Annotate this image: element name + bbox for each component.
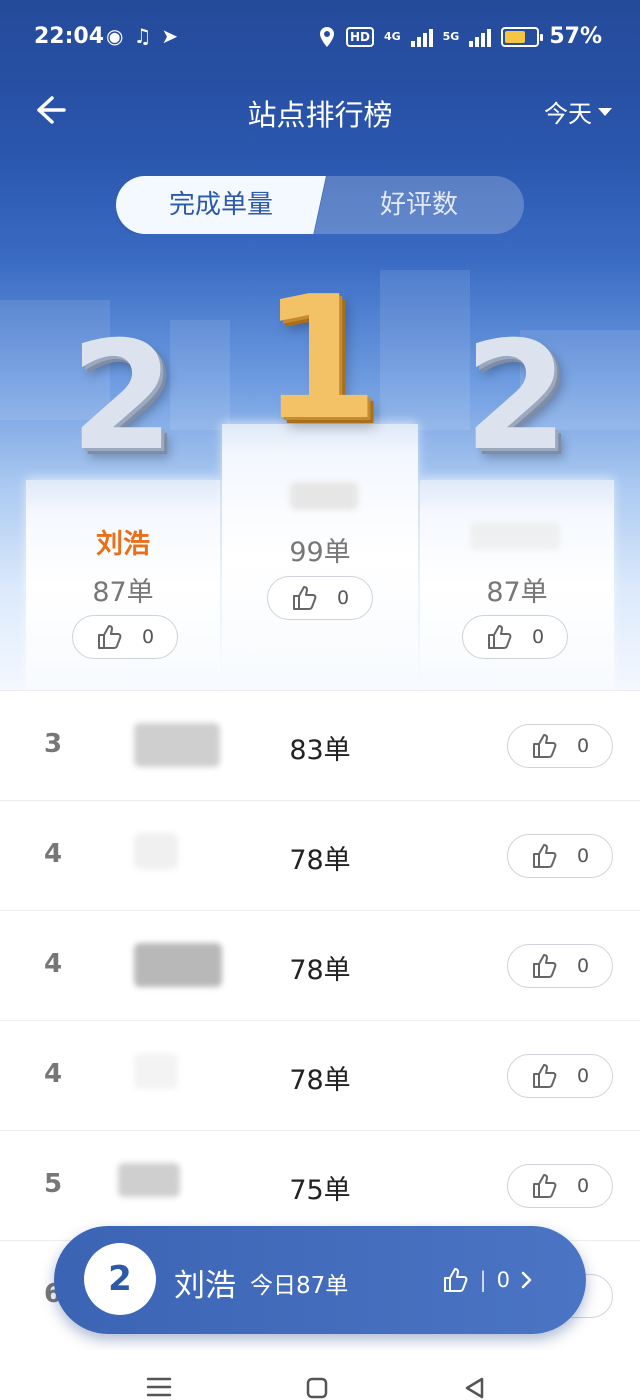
ranking-tabs: 完成单量 好评数 <box>116 176 524 234</box>
thumbs-up-icon <box>532 734 557 758</box>
top-nav: 站点排行榜 今天 <box>0 80 640 140</box>
avatar-redacted <box>134 1053 178 1089</box>
podium-right-count: 87单 <box>486 577 548 608</box>
podium-center-likes: 0 <box>336 587 350 609</box>
thumbs-up-icon <box>532 1174 557 1198</box>
thumbs-up-icon <box>532 954 557 978</box>
separator: | <box>479 1268 487 1292</box>
thumbs-up-icon <box>443 1268 467 1292</box>
list-like-button[interactable]: 0 <box>507 1054 613 1098</box>
send-icon: ➤ <box>161 24 179 48</box>
rank-2-trophy-digit: 2 <box>69 310 175 484</box>
list-item[interactable]: 3 83单 0 <box>0 690 640 800</box>
list-like-button[interactable]: 0 <box>507 944 613 988</box>
list-count: 75单 <box>289 1175 351 1206</box>
notification-icons: ◉ ♫ ➤ <box>106 24 178 48</box>
avatar-redacted <box>134 833 178 869</box>
podium-right-name-redacted <box>470 522 560 550</box>
list-rank: 4 <box>44 839 63 869</box>
list-likes: 0 <box>576 1065 590 1087</box>
network-5g-label: 5G <box>442 30 460 43</box>
list-item[interactable]: 4 78单 0 <box>0 1020 640 1130</box>
tab-completed-orders[interactable]: 完成单量 <box>116 176 326 234</box>
list-count: 78单 <box>289 955 351 986</box>
location-icon <box>319 26 334 47</box>
battery-icon <box>501 26 544 47</box>
podium-right-like-button[interactable]: 0 <box>462 615 568 659</box>
thumbs-up-icon <box>532 1064 557 1088</box>
signal-icon <box>410 27 433 47</box>
thumbs-up-icon <box>97 625 122 649</box>
thumbs-up-icon <box>532 844 557 868</box>
my-today-count: 今日87单 <box>250 1273 349 1299</box>
list-count: 78单 <box>289 845 351 876</box>
rank-1-trophy-digit: 1 <box>260 260 380 458</box>
my-likes-link[interactable]: | 0 <box>442 1266 534 1294</box>
list-like-button[interactable]: 0 <box>507 834 613 878</box>
signal-icon <box>469 27 492 47</box>
list-likes: 0 <box>576 735 590 757</box>
thumbs-up-icon <box>292 586 317 610</box>
list-count: 83单 <box>289 735 351 766</box>
list-like-button[interactable]: 0 <box>507 724 613 768</box>
chevron-right-icon <box>521 1271 532 1289</box>
list-item[interactable]: 4 78单 0 <box>0 800 640 910</box>
tab-good-reviews[interactable]: 好评数 <box>314 176 524 234</box>
rank-2-trophy-digit: 2 <box>463 310 569 484</box>
podium-right-top <box>420 480 614 510</box>
list-item[interactable]: 4 78单 0 <box>0 910 640 1020</box>
list-likes: 0 <box>576 1175 590 1197</box>
podium-left-top <box>26 480 220 510</box>
status-time: 22:04 <box>34 24 105 49</box>
hd-icon: HD <box>345 26 374 47</box>
avatar-redacted <box>118 1163 180 1197</box>
podium-left-likes: 0 <box>141 626 155 648</box>
list-rank: 3 <box>44 729 63 759</box>
podium-center-name-redacted <box>290 482 358 510</box>
podium-left-name: 刘浩 <box>96 529 150 560</box>
podium-right-likes: 0 <box>531 626 545 648</box>
menu-icon[interactable] <box>146 1376 172 1398</box>
list-rank: 5 <box>44 1169 63 1199</box>
wechat-icon: ◉ <box>106 24 124 48</box>
avatar-redacted <box>134 723 220 767</box>
list-rank: 4 <box>44 949 63 979</box>
period-dropdown[interactable]: 今天 <box>544 94 612 129</box>
my-likes: 0 <box>496 1268 510 1292</box>
chevron-down-icon <box>598 107 612 116</box>
list-like-button[interactable]: 0 <box>507 1164 613 1208</box>
battery-percent: 57% <box>549 24 602 49</box>
podium-left-like-button[interactable]: 0 <box>72 615 178 659</box>
tiktok-icon: ♫ <box>133 24 152 48</box>
list-item[interactable]: 5 75单 0 <box>0 1130 640 1240</box>
system-navigation-bar <box>0 1350 640 1400</box>
my-rank-bar[interactable]: 2 刘浩 今日87单 | 0 <box>54 1226 586 1334</box>
network-4g-label: 4G <box>383 30 401 43</box>
my-name: 刘浩 <box>174 1268 236 1304</box>
podium-center-count: 99单 <box>289 537 351 568</box>
avatar-redacted <box>134 943 222 987</box>
list-likes: 0 <box>576 955 590 977</box>
podium-center-like-button[interactable]: 0 <box>267 576 373 620</box>
period-label: 今天 <box>544 100 592 128</box>
back-triangle-icon[interactable] <box>462 1376 486 1400</box>
list-count: 78单 <box>289 1065 351 1096</box>
list-rank: 4 <box>44 1059 63 1089</box>
podium-left-count: 87单 <box>92 577 154 608</box>
status-bar: 22:04 ◉ ♫ ➤ HD 4G 5G 57% <box>0 0 640 78</box>
list-likes: 0 <box>576 845 590 867</box>
my-rank-badge: 2 <box>84 1243 156 1315</box>
status-right: HD 4G 5G 57% <box>318 24 602 49</box>
home-icon[interactable] <box>305 1376 329 1400</box>
thumbs-up-icon <box>487 625 512 649</box>
